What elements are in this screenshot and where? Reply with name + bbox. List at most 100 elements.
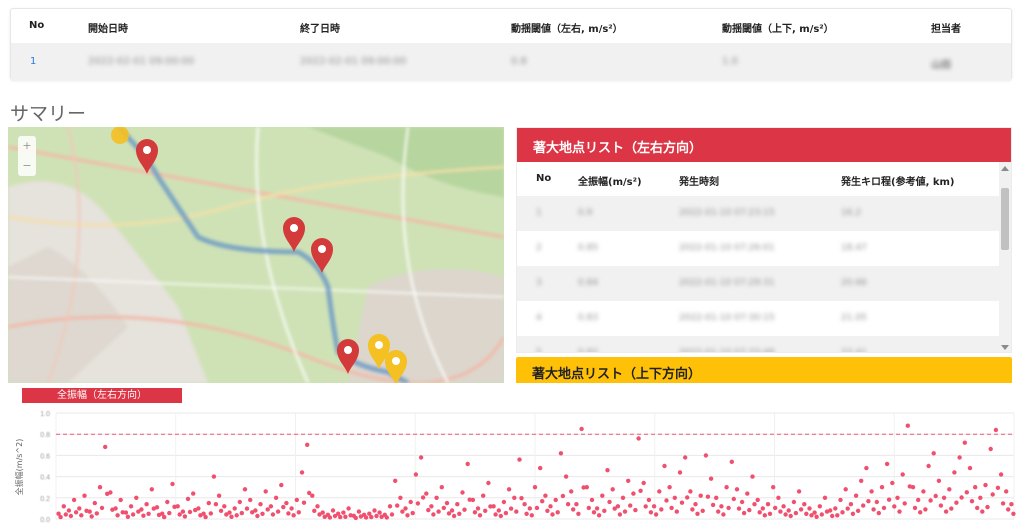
table-row[interactable]: 4 0.83 2022-01-10 07:30:15 21.05	[517, 301, 1001, 336]
chart-point	[781, 504, 786, 509]
chart-point	[472, 510, 478, 515]
chart-point	[674, 509, 679, 514]
y-axis-label: 全振幅(m/s^2)	[14, 439, 24, 496]
y-tick-label: 0.0	[40, 517, 50, 524]
chart-point	[866, 499, 871, 504]
chart-point	[420, 495, 426, 500]
chart-point	[617, 512, 623, 517]
list-col-kilometer: 発生キロ程(参考値, km)	[841, 177, 955, 188]
map-marker-icon[interactable]	[385, 350, 407, 383]
chart-point	[736, 506, 742, 511]
chart-point	[897, 509, 902, 514]
chart-point	[289, 506, 294, 511]
notable-points-list-lr: 著大地点リスト（左右方向） No 全振幅(m/s²) 発生時刻 発生キロ程(参考…	[516, 127, 1012, 353]
chart-point	[248, 497, 253, 503]
list-cell: 3	[536, 278, 542, 288]
chart-point	[73, 510, 79, 515]
chart-point	[928, 498, 933, 503]
table-row[interactable]: 1 2022-02-01 09:00:00 2022-02-01 09:00:0…	[11, 43, 1011, 81]
chart-point	[393, 478, 398, 483]
chart-point	[579, 426, 584, 432]
chart-point	[729, 459, 734, 464]
chart-point	[299, 470, 305, 475]
row-start-time: 2022-02-01 09:00:00	[88, 56, 195, 67]
chart-point	[439, 485, 444, 490]
scroll-down-icon[interactable]	[1001, 345, 1009, 350]
chart-point	[985, 504, 990, 510]
chart-point	[695, 511, 700, 516]
table-row[interactable]: 1 0.9 2022-01-10 07:23:15 16.2	[517, 196, 1001, 231]
col-threshold-lr: 動揺閾値（左右, m/s²）	[511, 24, 623, 35]
chart-point	[353, 515, 358, 521]
chart-point	[807, 506, 812, 511]
chart-point	[594, 506, 600, 511]
chart-point	[123, 510, 129, 515]
chart-point	[646, 497, 652, 503]
list-lr-header: No 全振幅(m/s²) 発生時刻 発生キロ程(参考値, km)	[517, 162, 1001, 196]
chart-point	[1006, 507, 1011, 512]
chart-point	[265, 507, 270, 512]
chart-point	[980, 509, 985, 514]
chart-point	[859, 478, 864, 483]
chart-point	[802, 502, 807, 507]
chart-point	[703, 453, 709, 458]
map-marker-icon[interactable]	[311, 238, 333, 273]
chart-point	[771, 485, 776, 490]
map-marker-icon[interactable]	[136, 139, 158, 174]
table-row[interactable]: 3 0.84 2022-01-10 07:29:31 20.66	[517, 266, 1001, 301]
chart-point	[77, 506, 82, 511]
chart-point	[600, 493, 605, 498]
chart-point	[58, 514, 63, 520]
chart-point	[716, 509, 721, 514]
chart-point	[281, 504, 286, 510]
list-scrollbar[interactable]	[999, 162, 1011, 352]
chart-point	[943, 509, 949, 514]
chart-point	[886, 497, 892, 502]
scroll-thumb[interactable]	[1001, 188, 1009, 250]
chart-point	[988, 446, 993, 452]
chart-point	[631, 491, 636, 496]
chart-point	[374, 513, 379, 519]
map-marker-icon[interactable]	[111, 127, 129, 144]
chart-point	[99, 505, 105, 511]
chart-point	[273, 495, 279, 500]
chart-point	[372, 508, 377, 513]
chart-point	[923, 507, 928, 512]
table-row[interactable]: 5 0.82 2022-01-10 07:33:48 23.41	[517, 336, 1001, 352]
chart-point	[560, 493, 566, 499]
chart-point	[902, 501, 907, 506]
chart-point	[103, 444, 108, 450]
chart-point	[938, 503, 944, 508]
chart-point	[874, 499, 879, 505]
chart-point	[765, 502, 771, 507]
chart-point	[776, 495, 781, 500]
col-threshold-ud: 動揺閾値（上下, m/s²）	[722, 24, 834, 35]
list-cell: 20.66	[841, 278, 867, 288]
chart-point	[263, 489, 268, 494]
list-cell: 0.83	[578, 313, 599, 323]
chart-point	[864, 465, 869, 471]
list-ud-title[interactable]: 著大地点リスト（上下方向）	[516, 357, 1012, 383]
chart-point	[565, 502, 571, 507]
chart-point	[291, 513, 296, 518]
chart-point	[912, 505, 918, 511]
list-cell: 16.2	[841, 208, 862, 218]
chart-point	[312, 508, 317, 513]
chart-point	[767, 511, 773, 516]
chart-point	[993, 427, 999, 433]
route-map[interactable]: + −	[8, 127, 504, 383]
row-no-link[interactable]: 1	[30, 56, 36, 67]
chart-point	[253, 508, 258, 513]
table-row[interactable]: 2 0.85 2022-01-10 07:26:01 18.47	[517, 231, 1001, 266]
list-cell: 21.05	[841, 313, 867, 323]
chart-point	[941, 495, 947, 500]
map-marker-icon[interactable]	[283, 217, 305, 252]
map-marker-icon[interactable]	[337, 339, 359, 374]
chart-point	[154, 505, 160, 510]
chart-point	[538, 465, 543, 471]
chart-point	[548, 504, 553, 509]
chart-point	[705, 494, 711, 499]
chart-point	[118, 497, 123, 503]
scroll-up-icon[interactable]	[1001, 166, 1009, 171]
chart-point	[651, 504, 657, 509]
